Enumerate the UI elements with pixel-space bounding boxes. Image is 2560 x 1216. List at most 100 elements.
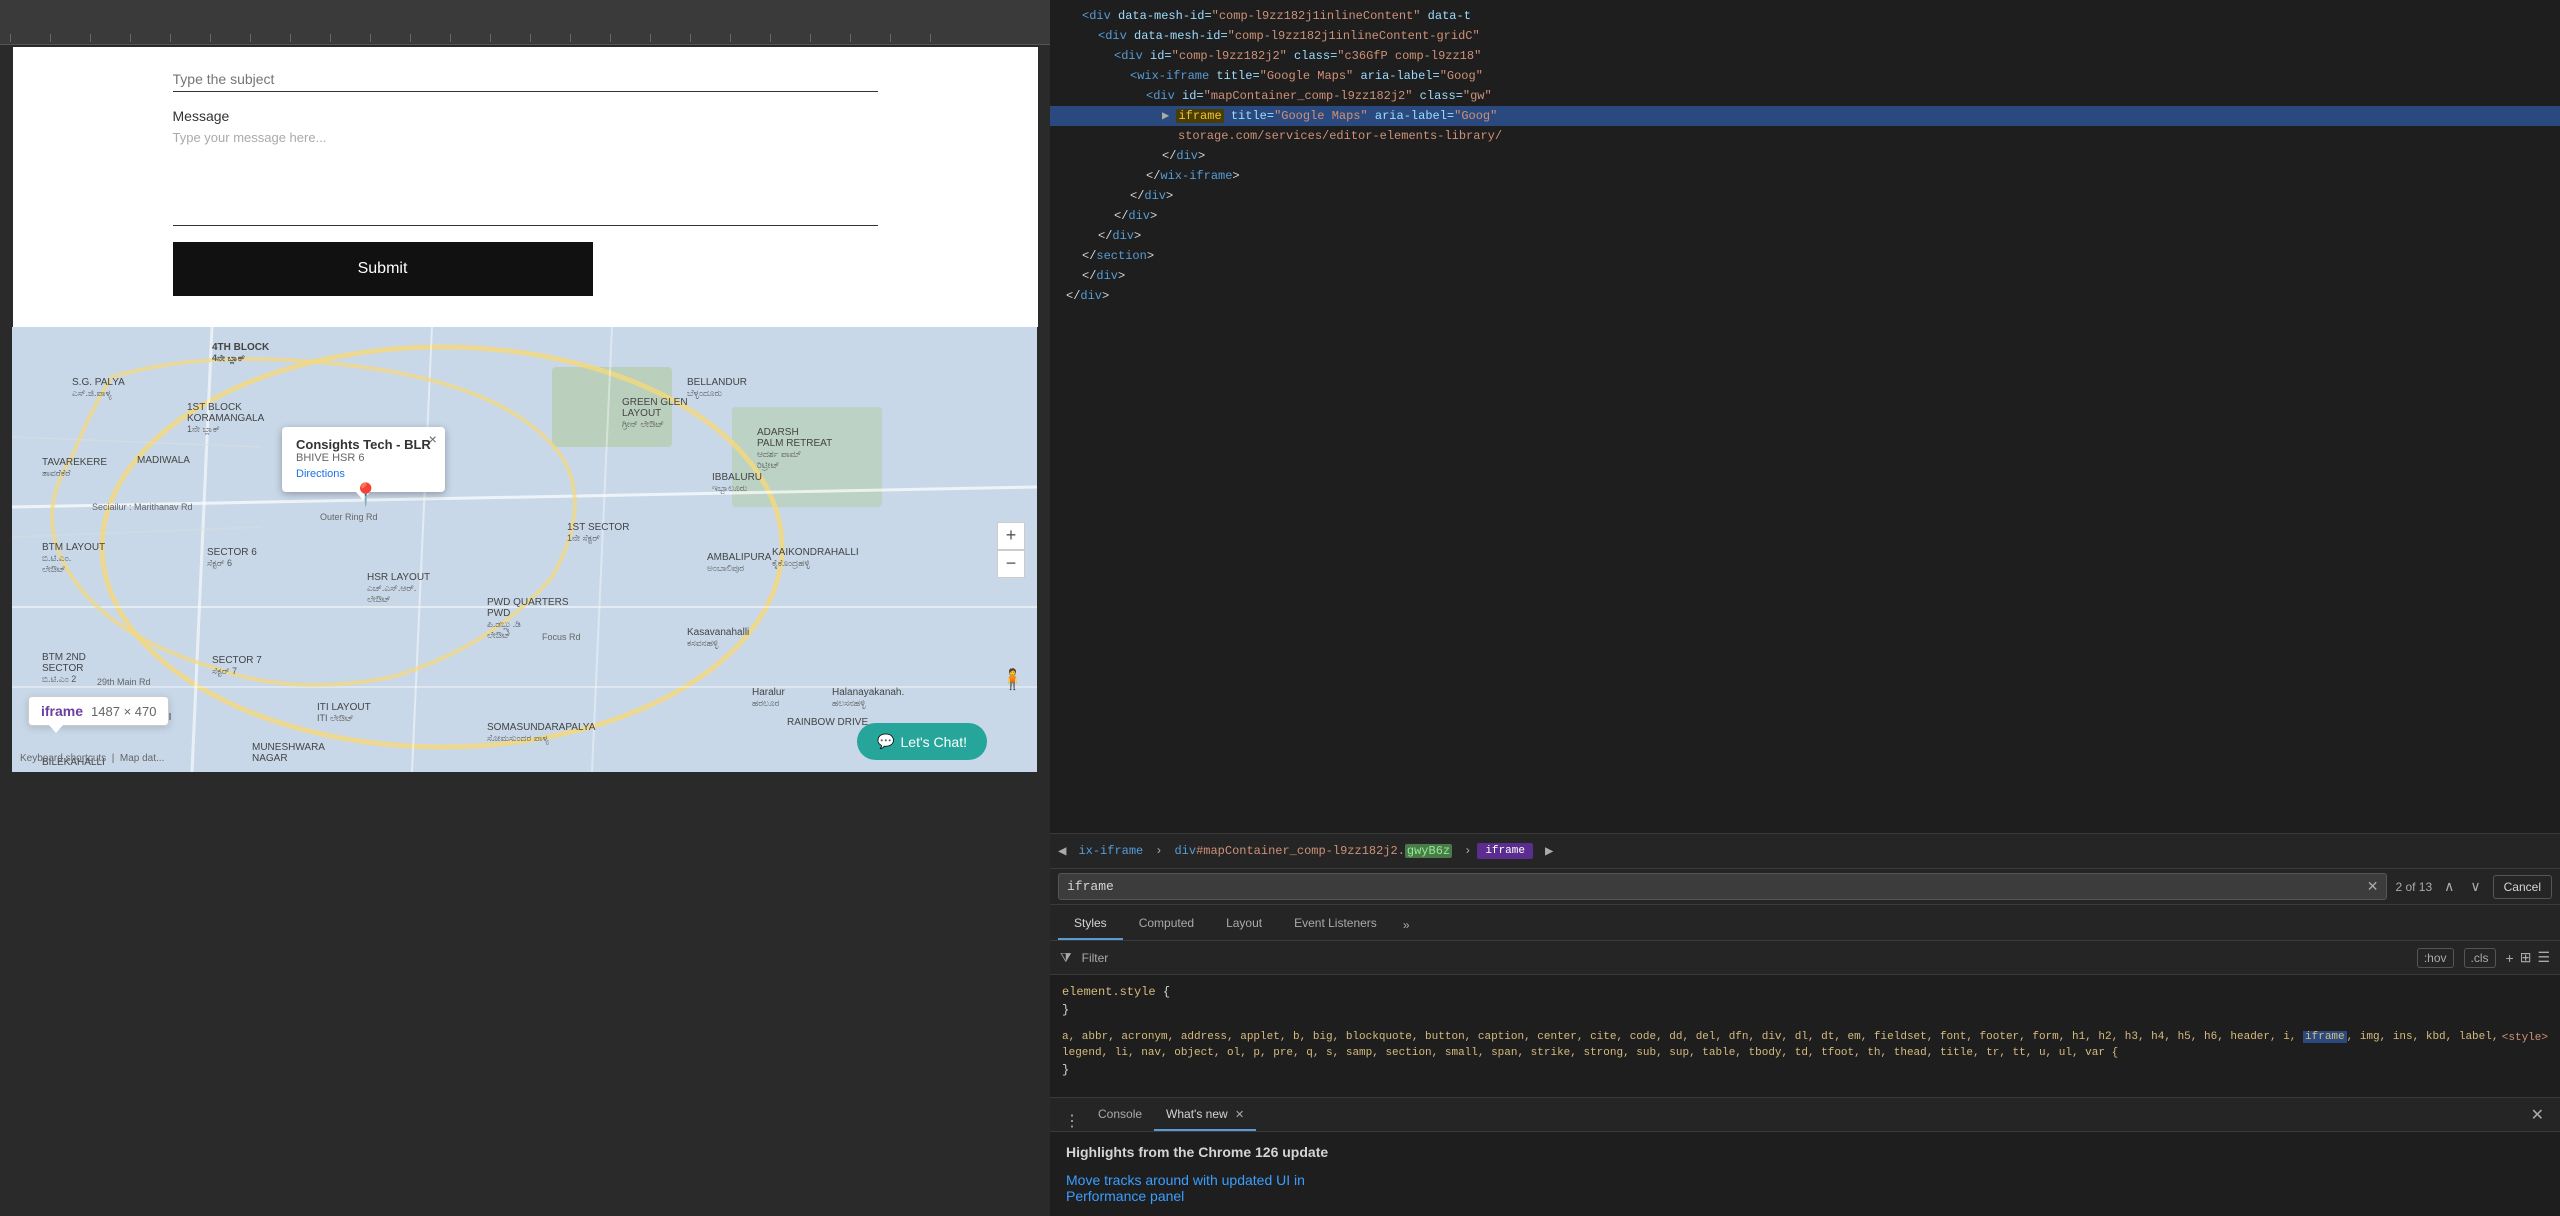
style-long-selector: a, abbr, acronym, address, applet, b, bi… bbox=[1062, 1029, 2548, 1061]
filter-new-style-icon[interactable]: ⊞ bbox=[2520, 949, 2532, 966]
html-line: <div id="mapContainer_comp-l9zz182j2" cl… bbox=[1050, 86, 2560, 106]
bottom-panel-content: Highlights from the Chrome 126 update Mo… bbox=[1050, 1132, 2560, 1216]
popup-subtitle: BHIVE HSR 6 bbox=[296, 452, 431, 464]
breadcrumb-left-arrow[interactable]: ◀ bbox=[1058, 843, 1066, 860]
filter-pseudo-button[interactable]: :hov bbox=[2417, 948, 2454, 968]
map-label-madiwala: MADIWALA bbox=[137, 455, 190, 466]
map-street-view-icon[interactable]: 🧍 bbox=[1000, 667, 1025, 692]
live-chat-button[interactable]: 💬 Let's Chat! bbox=[857, 723, 987, 760]
map-label-hsrlayout: HSR LAYOUTಎಚ್.ಎಸ್.ಆರ್.ಲೇಔಟ್ bbox=[367, 572, 430, 583]
whats-new-close-button[interactable]: ✕ bbox=[1235, 1109, 1244, 1121]
zoom-out-button[interactable]: − bbox=[997, 550, 1025, 578]
breadcrumb-right-arrow[interactable]: ▶ bbox=[1545, 843, 1553, 860]
bottom-panel-tabs: ⋮ Console What's new ✕ ✕ bbox=[1050, 1098, 2560, 1132]
filter-cls-button[interactable]: .cls bbox=[2464, 948, 2496, 968]
ruler-mark bbox=[90, 34, 130, 42]
search-input[interactable] bbox=[1067, 879, 2361, 894]
search-input-container: ✕ bbox=[1058, 873, 2387, 900]
search-prev-button[interactable]: ∧ bbox=[2440, 876, 2458, 897]
devtools-breadcrumb: ◀ ix-iframe › div#mapContainer_comp-l9zz… bbox=[1050, 833, 2560, 869]
map-label-btm2nd: BTM 2NDSECTORಬಿ.ಟಿ.ಎಂ 2 bbox=[42, 652, 86, 674]
subject-field bbox=[173, 67, 878, 92]
ruler-top bbox=[0, 0, 1050, 45]
filter-icon-group: + ⊞ ☰ bbox=[2506, 949, 2550, 966]
subject-input[interactable] bbox=[173, 67, 878, 92]
html-line-selected: ▶ iframe title="Google Maps" aria-label=… bbox=[1050, 106, 2560, 126]
map-label-haralur: Haralurಹರಲೂರ bbox=[752, 687, 785, 698]
contact-form: Message Type your message here... Submit bbox=[13, 47, 1038, 316]
ruler-mark bbox=[690, 34, 730, 42]
breadcrumb-item-mapcontainer[interactable]: div#mapContainer_comp-l9zz182j2.gwyB6z bbox=[1168, 842, 1458, 860]
iframe-size-label: 1487 × 470 bbox=[91, 704, 156, 719]
popup-directions-link[interactable]: Directions bbox=[296, 468, 345, 480]
map-label-focusroad: Focus Rd bbox=[542, 632, 581, 642]
html-line: <div data-mesh-id="comp-l9zz182j1inlineC… bbox=[1050, 6, 2560, 26]
filter-input[interactable] bbox=[1118, 951, 2407, 965]
filter-add-icon[interactable]: + bbox=[2506, 950, 2514, 966]
tab-computed[interactable]: Computed bbox=[1123, 908, 1210, 940]
ruler-mark bbox=[650, 34, 690, 42]
html-line: <div id="comp-l9zz182j2" class="c36GfP c… bbox=[1050, 46, 2560, 66]
ruler-mark bbox=[490, 34, 530, 42]
breadcrumb-item-ix-iframe[interactable]: ix-iframe bbox=[1072, 842, 1149, 860]
tab-more-button[interactable]: » bbox=[1393, 910, 1420, 940]
message-placeholder: Type your message here... bbox=[173, 130, 878, 145]
filter-label: Filter bbox=[1082, 951, 1109, 965]
map-label-greenglen: GREEN GLENLAYOUTಗ್ರೀನ್ ಲೇಔಟ್ bbox=[622, 397, 688, 419]
html-line: </div> bbox=[1050, 146, 2560, 166]
html-line: </div> bbox=[1050, 266, 2560, 286]
ruler-mark bbox=[290, 34, 330, 42]
bottom-panel-close-button[interactable]: ✕ bbox=[2523, 1105, 2552, 1125]
tab-event-listeners[interactable]: Event Listeners bbox=[1278, 908, 1393, 940]
map-label-somasundarapalya: SOMASUNDARAPALYAಸೋಮಸುಂದರ ಪಾಳ್ಯ bbox=[487, 722, 595, 733]
map-label-outerring2: Outer Ring Rd bbox=[320, 512, 378, 522]
iframe-tooltip: iframe 1487 × 470 bbox=[28, 696, 169, 726]
ruler-mark bbox=[50, 34, 90, 42]
bottom-panel-menu-icon[interactable]: ⋮ bbox=[1058, 1111, 1086, 1131]
tab-whats-new[interactable]: What's new ✕ bbox=[1154, 1099, 1256, 1131]
map-label-sgpalya: S.G. PALYAಎಸ್.ಜಿ.ಪಾಳ್ಯ bbox=[72, 377, 125, 388]
map-label-tavarekere: TAVAREKEREತಾವರೆಕೆರೆ bbox=[42, 457, 107, 468]
iframe-highlight: iframe bbox=[1176, 109, 1223, 123]
search-count: 2 of 13 bbox=[2395, 880, 2432, 894]
message-underline bbox=[173, 225, 878, 226]
search-clear-button[interactable]: ✕ bbox=[2367, 878, 2379, 895]
search-next-button[interactable]: ∨ bbox=[2466, 876, 2484, 897]
bottom-panel-title: Highlights from the Chrome 126 update bbox=[1066, 1144, 2544, 1160]
ruler-mark bbox=[210, 34, 250, 42]
ruler-mark bbox=[890, 34, 930, 42]
search-cancel-button[interactable]: Cancel bbox=[2493, 875, 2552, 899]
news-item-title[interactable]: Move tracks around with updated UI inPer… bbox=[1066, 1172, 2544, 1204]
map-label-sector6: SECTOR 6ಸೆಕ್ಟರ್ 6 bbox=[207, 547, 257, 558]
ruler-mark bbox=[170, 34, 210, 42]
map-label-ibbaluru: IBBALURUಇಬ್ಬಾಲೂರು bbox=[712, 472, 762, 483]
html-line: storage.com/services/editor-elements-lib… bbox=[1050, 126, 2560, 146]
map-label-kaikondrahalli: KAIKONDRAHALLIಕೈಕೊಂದ್ರಹಳ್ಳಿ bbox=[772, 547, 859, 558]
html-line: </wix-iframe> bbox=[1050, 166, 2560, 186]
map-label-kasavanahalli: Kasavanahalliಕಸವನಹಳ್ಳಿ bbox=[687, 627, 749, 638]
map-label-4thblock: 4TH BLOCK4ನೇ ಬ್ಲಾಕ್ bbox=[212, 342, 269, 353]
devtools-search-bar: ✕ 2 of 13 ∧ ∨ Cancel bbox=[1050, 869, 2560, 905]
ruler-mark bbox=[770, 34, 810, 42]
map-label-halanayakanah: Halanayakanah.ಹಲಸನಹಳ್ಳಿ bbox=[832, 687, 904, 698]
html-line: </div> bbox=[1050, 226, 2560, 246]
popup-close-button[interactable]: × bbox=[429, 431, 437, 447]
ruler-marks bbox=[0, 0, 1050, 44]
tab-styles[interactable]: Styles bbox=[1058, 908, 1123, 940]
map-zoom-controls: + − bbox=[997, 522, 1025, 578]
ruler-mark bbox=[570, 34, 610, 42]
tab-layout[interactable]: Layout bbox=[1210, 908, 1278, 940]
submit-button[interactable]: Submit bbox=[173, 242, 593, 296]
styles-panel: ⧩ Filter :hov .cls + ⊞ ☰ element.style {… bbox=[1050, 941, 2560, 1097]
ruler-mark bbox=[450, 34, 490, 42]
map-label-muneshwara: MUNESHWARANAGAR bbox=[252, 742, 325, 764]
map-pin: 📍 bbox=[352, 482, 368, 502]
ruler-mark bbox=[410, 34, 450, 42]
message-label: Message bbox=[173, 108, 878, 124]
zoom-in-button[interactable]: + bbox=[997, 522, 1025, 550]
style-selector: element.style bbox=[1062, 985, 1163, 999]
breadcrumb-item-iframe[interactable]: iframe bbox=[1477, 843, 1533, 859]
chat-button-label: Let's Chat! bbox=[901, 734, 968, 750]
filter-layout-icon[interactable]: ☰ bbox=[2537, 949, 2550, 966]
tab-console[interactable]: Console bbox=[1086, 1099, 1154, 1131]
